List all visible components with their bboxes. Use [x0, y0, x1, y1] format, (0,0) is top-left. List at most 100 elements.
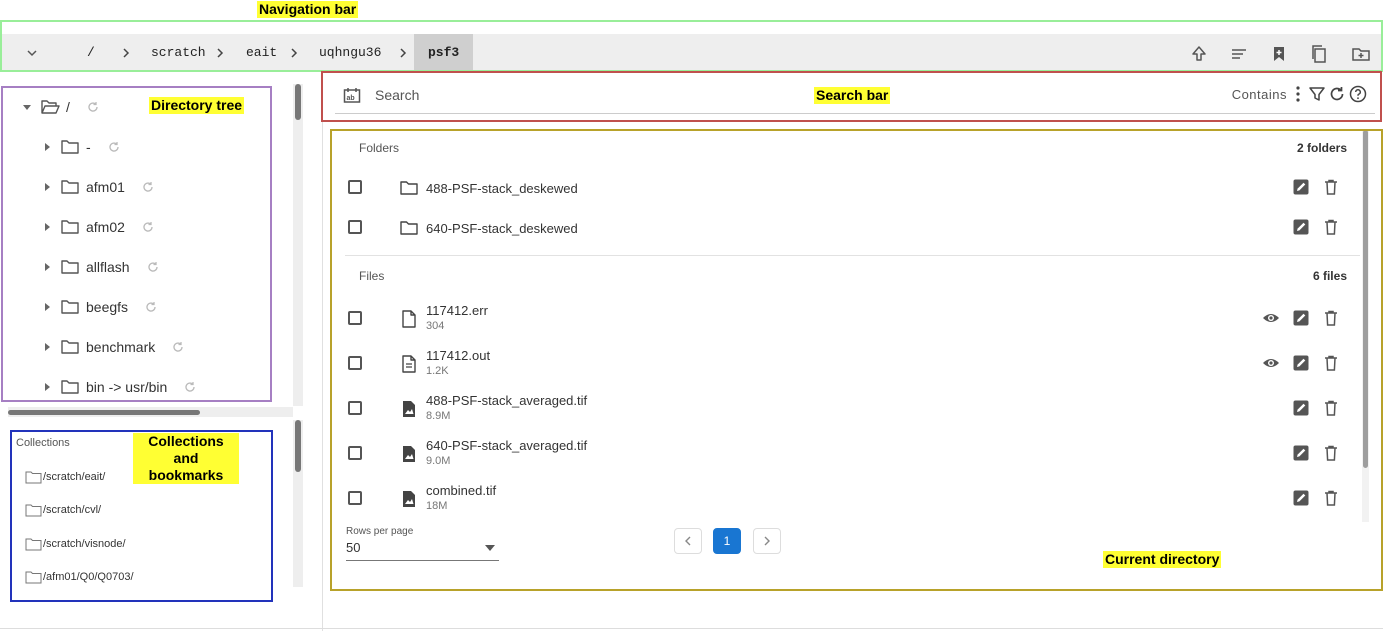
edit-icon[interactable] [1292, 399, 1310, 417]
filter-icon[interactable] [1308, 85, 1326, 103]
file-size: 1.2K [426, 365, 449, 377]
list-scrollbar[interactable] [1362, 130, 1369, 522]
refresh-icon[interactable] [1328, 85, 1346, 103]
folder-row[interactable]: 488-PSF-stack_deskewed [335, 168, 1358, 208]
tree-vertical-scrollbar[interactable] [293, 84, 303, 406]
delete-icon[interactable] [1322, 444, 1340, 462]
file-row[interactable]: 488-PSF-stack_averaged.tif 8.9M [335, 389, 1358, 429]
caret-right-icon[interactable] [42, 342, 52, 352]
edit-icon[interactable] [1292, 178, 1310, 196]
scrollbar-thumb[interactable] [8, 410, 200, 415]
row-checkbox[interactable] [348, 491, 362, 505]
help-icon[interactable] [1349, 85, 1367, 103]
tree-root[interactable]: / [22, 95, 100, 119]
eye-icon[interactable] [1262, 354, 1280, 372]
tree-item[interactable]: bin -> usr/bin [42, 375, 197, 399]
tree-item[interactable]: afm01 [42, 175, 155, 199]
refresh-icon[interactable] [183, 380, 197, 394]
eye-icon[interactable] [1262, 309, 1280, 327]
caret-right-icon[interactable] [42, 142, 52, 152]
breadcrumb-eait[interactable]: eait [246, 34, 277, 72]
next-page-button[interactable] [753, 528, 781, 554]
edit-icon[interactable] [1292, 309, 1310, 327]
row-checkbox[interactable] [348, 401, 362, 415]
tree-item[interactable]: - [42, 135, 121, 159]
edit-icon[interactable] [1292, 489, 1310, 507]
bookmark-add-icon[interactable] [1269, 44, 1289, 64]
breadcrumb-root[interactable]: / [87, 34, 95, 72]
tree-item[interactable]: benchmark [42, 335, 185, 359]
file-name[interactable]: 488-PSF-stack_averaged.tif [426, 393, 587, 408]
image-file-icon [403, 401, 415, 417]
file-name[interactable]: combined.tif [426, 483, 496, 498]
file-row[interactable]: 117412.err 304 [335, 299, 1358, 339]
copy-icon[interactable] [1309, 44, 1329, 64]
rows-per-page-select[interactable]: 50 [346, 539, 499, 561]
file-row[interactable]: 640-PSF-stack_averaged.tif 9.0M [335, 434, 1358, 474]
delete-icon[interactable] [1322, 489, 1340, 507]
sort-icon[interactable] [1229, 44, 1249, 64]
breadcrumb-uqhngu36[interactable]: uqhngu36 [319, 34, 381, 72]
search-input[interactable] [375, 82, 1075, 108]
delete-icon[interactable] [1322, 354, 1340, 372]
collection-item[interactable]: /afm01/Q0/Q0703/ [25, 569, 134, 585]
edit-icon[interactable] [1292, 354, 1310, 372]
caret-right-icon[interactable] [42, 382, 52, 392]
refresh-icon[interactable] [144, 300, 158, 314]
row-checkbox[interactable] [348, 446, 362, 460]
svg-text:ab: ab [347, 95, 355, 102]
collection-item[interactable]: /scratch/cvl/ [25, 502, 101, 518]
caret-right-icon[interactable] [42, 222, 52, 232]
delete-icon[interactable] [1322, 399, 1340, 417]
row-checkbox[interactable] [348, 220, 362, 234]
annotation-collections-line1: Collections and [148, 433, 224, 466]
file-row[interactable]: 117412.out 1.2K [335, 344, 1358, 384]
row-checkbox[interactable] [348, 356, 362, 370]
caret-right-icon[interactable] [42, 262, 52, 272]
scrollbar-thumb[interactable] [295, 84, 301, 120]
breadcrumb-psf3[interactable]: psf3 [414, 34, 474, 72]
file-name[interactable]: 117412.err [426, 303, 488, 318]
scrollbar-thumb[interactable] [295, 420, 301, 472]
arrow-up-icon[interactable] [1189, 44, 1209, 64]
caret-down-icon[interactable] [22, 102, 32, 112]
folder-icon [61, 180, 79, 194]
caret-right-icon[interactable] [42, 182, 52, 192]
tree-horizontal-scrollbar[interactable] [8, 407, 293, 417]
file-name[interactable]: 640-PSF-stack_averaged.tif [426, 438, 587, 453]
caret-right-icon[interactable] [42, 302, 52, 312]
refresh-icon[interactable] [107, 140, 121, 154]
file-row[interactable]: combined.tif 18M [335, 479, 1358, 519]
search-mode[interactable]: Contains [1232, 87, 1287, 102]
collection-item[interactable]: /scratch/visnode/ [25, 536, 126, 552]
tree-item[interactable]: allflash [42, 255, 160, 279]
edit-icon[interactable] [1292, 218, 1310, 236]
page-button-current[interactable]: 1 [713, 528, 741, 554]
tree-item[interactable]: afm02 [42, 215, 155, 239]
folder-name[interactable]: 488-PSF-stack_deskewed [426, 181, 578, 196]
refresh-icon[interactable] [171, 340, 185, 354]
folder-name[interactable]: 640-PSF-stack_deskewed [426, 221, 578, 236]
delete-icon[interactable] [1322, 178, 1340, 196]
collections-scrollbar[interactable] [293, 420, 303, 587]
tree-item[interactable]: beegfs [42, 295, 158, 319]
prev-page-button[interactable] [674, 528, 702, 554]
refresh-icon[interactable] [146, 260, 160, 274]
refresh-icon[interactable] [141, 180, 155, 194]
delete-icon[interactable] [1322, 309, 1340, 327]
folder-row[interactable]: 640-PSF-stack_deskewed [335, 208, 1358, 248]
new-folder-icon[interactable] [1351, 44, 1371, 64]
refresh-icon[interactable] [86, 100, 100, 114]
breadcrumb-scratch[interactable]: scratch [151, 34, 206, 72]
more-vert-icon[interactable] [1293, 85, 1303, 103]
annotation-current-directory: Current directory [1103, 551, 1222, 568]
row-checkbox[interactable] [348, 311, 362, 325]
row-checkbox[interactable] [348, 180, 362, 194]
scrollbar-thumb[interactable] [1363, 130, 1368, 468]
delete-icon[interactable] [1322, 218, 1340, 236]
collection-item[interactable]: /scratch/eait/ [25, 469, 105, 485]
chevron-down-icon[interactable] [24, 45, 40, 61]
refresh-icon[interactable] [141, 220, 155, 234]
edit-icon[interactable] [1292, 444, 1310, 462]
file-name[interactable]: 117412.out [426, 348, 490, 363]
